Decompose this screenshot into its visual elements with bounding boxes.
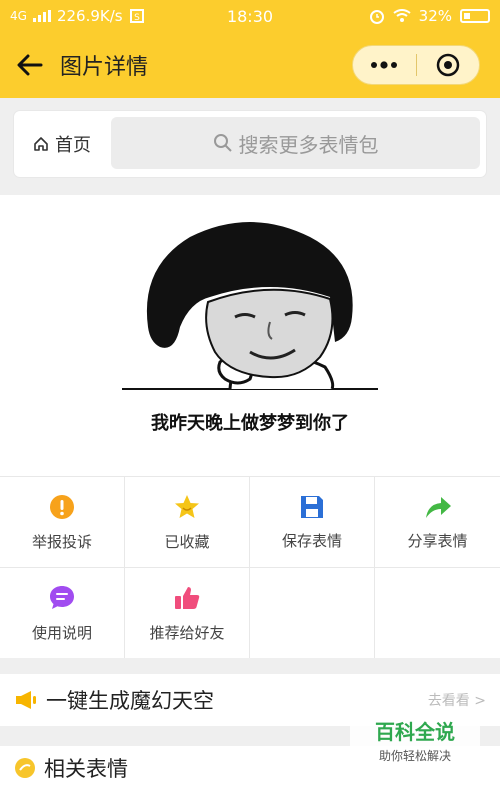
nav-bar: 图片详情 [0, 32, 500, 98]
alarm-icon [369, 10, 384, 24]
page-title: 图片详情 [60, 55, 149, 80]
home-link[interactable]: 首页 [14, 131, 110, 157]
related-title: 相关表情 [44, 757, 128, 781]
share-label: 分享表情 [407, 531, 468, 550]
report-icon [50, 494, 74, 519]
target-close-icon [436, 53, 459, 77]
help-label: 使用说明 [31, 623, 92, 642]
more-dots-icon [371, 61, 398, 69]
meme-face-illustration [122, 222, 378, 390]
battery-percent: 32% [418, 7, 452, 25]
search-icon [213, 134, 232, 152]
favorite-button[interactable]: 已收藏 [125, 476, 250, 567]
wifi-icon [393, 9, 411, 22]
megaphone-icon [16, 691, 36, 709]
help-icon [50, 585, 74, 609]
banner-more-link[interactable]: 去看看 > [428, 690, 486, 710]
share-icon [425, 496, 451, 518]
mini-program-capsule [352, 45, 480, 85]
report-button[interactable]: 举报投诉 [0, 476, 125, 567]
favorite-label: 已收藏 [164, 532, 210, 551]
clock: 18:30 [226, 6, 274, 26]
share-button[interactable]: 分享表情 [375, 476, 500, 567]
save-icon [301, 495, 323, 518]
grid-empty-cell [250, 567, 375, 658]
network-speed: 226.9K/s [56, 7, 123, 25]
watermark-title: 百科全说 [375, 720, 455, 744]
more-menu-button[interactable] [353, 46, 416, 84]
report-label: 举报投诉 [31, 532, 92, 551]
banner-text: 一键生成魔幻天空 [46, 689, 214, 713]
search-input[interactable]: 搜索更多表情包 [111, 117, 480, 169]
search-bar: 首页 搜索更多表情包 [14, 111, 486, 177]
home-icon [34, 137, 48, 151]
watermark-subtitle: 助你轻松解决 [378, 749, 451, 763]
star-icon [175, 494, 199, 518]
watermark-logo: 百科全说 助你轻松解决 [350, 712, 480, 764]
save-label: 保存表情 [281, 531, 342, 550]
svg-text:S: S [134, 13, 140, 23]
meme-image[interactable]: 我昨天晚上做梦梦到你了 [120, 207, 380, 457]
thumbs-up-icon [175, 586, 200, 609]
battery-icon [460, 9, 490, 23]
data-saver-icon: S [129, 9, 144, 23]
home-label: 首页 [55, 135, 91, 156]
grid-empty-cell [375, 567, 500, 658]
related-emoji-icon [15, 758, 35, 778]
back-arrow-icon [17, 54, 43, 76]
status-bar: 4G 226.9K/s S 18:30 32% [0, 0, 500, 32]
recommend-label: 推荐给好友 [149, 623, 225, 642]
save-button[interactable]: 保存表情 [250, 476, 375, 567]
search-placeholder: 搜索更多表情包 [238, 132, 379, 157]
image-card: 我昨天晚上做梦梦到你了 [0, 195, 500, 477]
help-button[interactable]: 使用说明 [0, 567, 125, 658]
close-miniprogram-button[interactable] [417, 46, 480, 84]
meme-caption: 我昨天晚上做梦梦到你了 [151, 413, 349, 434]
back-button[interactable] [0, 32, 60, 98]
network-type: 4G [10, 9, 27, 23]
signal-icon [32, 10, 51, 22]
recommend-button[interactable]: 推荐给好友 [125, 567, 250, 658]
action-grid: 举报投诉 已收藏 保存表情 分享表情 使用说明 推荐给好友 [0, 476, 500, 658]
